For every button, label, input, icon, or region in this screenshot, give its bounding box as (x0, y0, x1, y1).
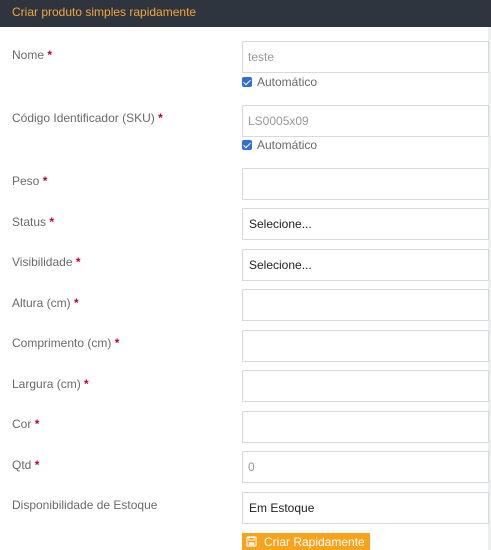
required-mark: * (84, 377, 89, 391)
label-qtd: Qtd * (12, 458, 40, 472)
label-largura: Largura (cm) * (12, 377, 89, 391)
modal-header: Criar produto simples rapidamente (0, 0, 491, 27)
label-visibilidade: Visibilidade * (12, 255, 81, 269)
peso-input[interactable] (242, 168, 489, 200)
criar-rapidamente-label: Criar Rapidamente (264, 534, 365, 549)
criar-rapidamente-button[interactable]: Criar Rapidamente (242, 533, 370, 550)
cor-input[interactable] (242, 411, 489, 443)
visibilidade-select[interactable]: Selecione... (242, 249, 489, 281)
status-select[interactable]: Selecione... (242, 208, 489, 240)
sku-input[interactable] (242, 105, 489, 137)
comprimento-input[interactable] (242, 330, 489, 362)
required-mark: * (47, 48, 53, 62)
disponibilidade-selected: Em Estoque (249, 501, 315, 515)
label-cor: Cor * (12, 417, 40, 431)
largura-input[interactable] (242, 370, 489, 402)
visibilidade-selected: Selecione... (249, 258, 312, 272)
label-comprimento: Comprimento (cm) * (12, 336, 120, 350)
required-mark: * (74, 296, 79, 310)
label-altura: Altura (cm) * (12, 296, 79, 310)
label-sku: Código Identificador (SKU) * (12, 111, 163, 125)
checkbox-checked-icon[interactable] (242, 140, 252, 150)
label-peso: Peso * (12, 174, 48, 188)
floppy-disk-icon (246, 536, 257, 547)
nome-auto-checkbox[interactable]: Automático (242, 75, 317, 89)
nome-input[interactable] (242, 41, 489, 73)
required-mark: * (42, 174, 48, 188)
sku-auto-checkbox[interactable]: Automático (242, 138, 317, 152)
nome-auto-label: Automático (257, 75, 318, 89)
required-mark: * (158, 111, 163, 125)
label-nome: Nome * (12, 48, 53, 62)
required-mark: * (114, 336, 120, 350)
label-status: Status * (12, 215, 55, 229)
required-mark: * (34, 417, 40, 431)
required-mark: * (49, 215, 55, 229)
qtd-input[interactable] (242, 451, 489, 483)
status-selected: Selecione... (249, 217, 312, 231)
label-disponibilidade: Disponibilidade de Estoque (12, 498, 158, 512)
required-mark: * (75, 255, 81, 269)
required-mark: * (34, 458, 40, 472)
altura-input[interactable] (242, 289, 489, 321)
modal-title: Criar produto simples rapidamente (12, 5, 197, 19)
disponibilidade-select[interactable]: Em Estoque (242, 492, 489, 524)
sku-auto-label: Automático (257, 138, 318, 152)
checkbox-checked-icon[interactable] (242, 77, 252, 87)
